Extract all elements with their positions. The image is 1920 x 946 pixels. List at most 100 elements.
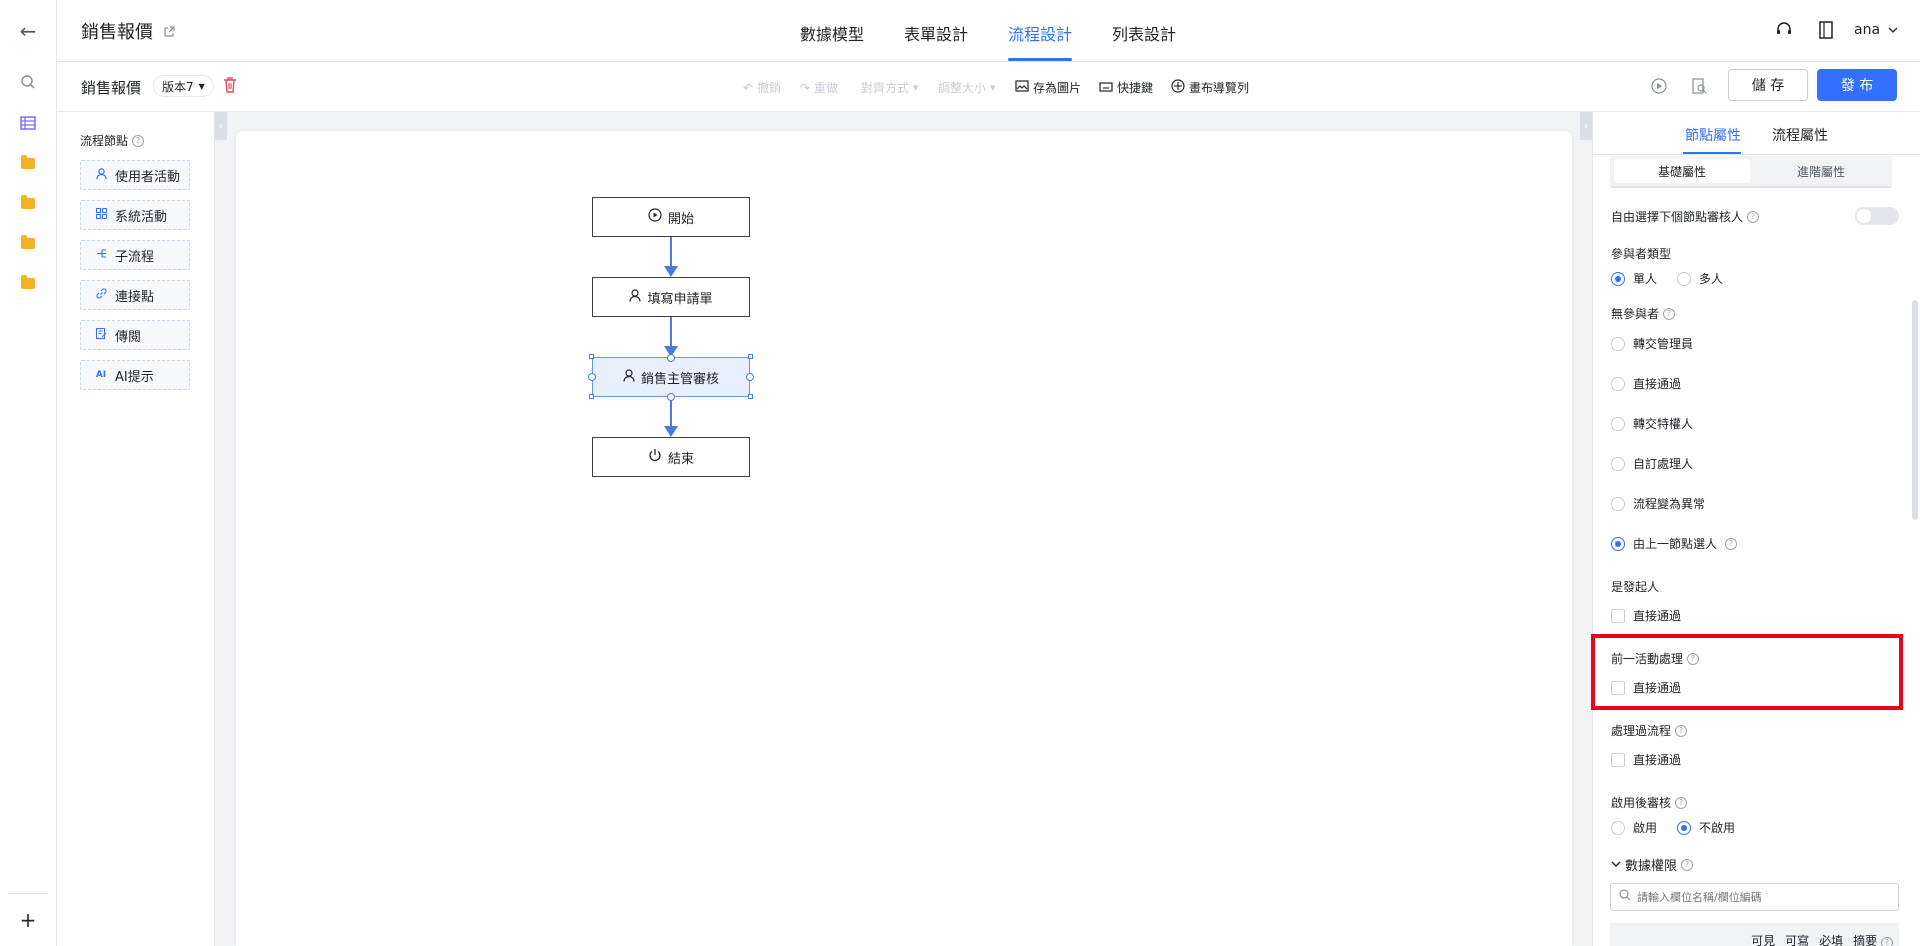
properties-scrollbar[interactable] [1912,300,1918,520]
no-participant-option-exception[interactable]: 流程變為異常 [1611,495,1705,512]
post-review-disable[interactable]: 不啟用 [1677,819,1735,836]
tab-data-model[interactable]: 數據模型 [800,21,864,45]
post-review-enable[interactable]: 啟用 [1611,819,1657,836]
run-icon[interactable] [1651,78,1667,98]
node-item-user-activity[interactable]: 使用者活動 [80,160,190,190]
field-search-input[interactable] [1637,890,1877,904]
play-icon [648,208,662,226]
document-icon[interactable] [1818,21,1834,43]
flow-node-fill-form[interactable]: 填寫申請單 [592,277,750,317]
tab-node-properties[interactable]: 節點屬性 [1685,125,1741,145]
processed-flow-checkbox[interactable]: 直接通過 [1611,751,1681,768]
add-icon[interactable]: + [14,906,42,934]
arrow-down-icon [664,266,678,277]
flow-node-manager-review[interactable]: 銷售主管審核 [592,357,750,397]
folder-icon[interactable] [21,195,35,209]
subtab-advanced[interactable]: 進階屬性 [1754,159,1888,183]
no-participant-option-custom[interactable]: 自訂處理人 [1611,455,1693,472]
column-required[interactable]: 必填 [1819,932,1843,946]
node-item-ai-prompt[interactable]: AI AI提示 [80,360,190,390]
external-link-icon[interactable] [163,26,175,42]
help-icon[interactable]: ? [1675,796,1688,809]
flow-connector [670,401,672,427]
node-item-subflow[interactable]: 子流程 [80,240,190,270]
save-button[interactable]: 儲 存 [1728,69,1808,101]
search-icon[interactable] [14,68,42,96]
help-icon[interactable]: ? [1675,724,1688,737]
delete-icon[interactable] [223,77,237,97]
preview-icon[interactable] [1691,78,1707,98]
subflow-icon [95,248,107,262]
tab-flow-properties[interactable]: 流程屬性 [1772,125,1828,145]
resize-handle[interactable] [748,394,753,399]
help-icon[interactable]: ? [132,134,145,147]
subtab-basic[interactable]: 基礎屬性 [1614,159,1750,183]
tab-form-design[interactable]: 表單設計 [904,21,968,45]
help-icon[interactable]: ? [1663,307,1676,320]
node-item-system-activity[interactable]: 系統活動 [80,200,190,230]
no-participant-option-pass[interactable]: 直接通過 [1611,375,1681,392]
flow-node-end[interactable]: 結束 [592,437,750,477]
folder-icon[interactable] [21,275,35,289]
data-permission-header[interactable]: 數據權限 ? [1611,855,1694,874]
checkbox-label: 直接通過 [1633,609,1682,623]
column-summary-label[interactable]: 摘要 [1853,934,1877,946]
flow-name: 銷售報價 [81,79,142,97]
resize-button[interactable]: 調整大小 ▼ [938,79,995,96]
version-select[interactable]: 版本7 ▼ [153,75,214,97]
resize-handle[interactable] [589,354,594,359]
search-icon [1619,889,1631,905]
participant-type-multi[interactable]: 多人 [1677,270,1723,287]
column-writable[interactable]: 可寫 [1785,932,1809,946]
field-search-box[interactable] [1610,883,1899,911]
node-item-circulate[interactable]: 傳閱 [80,320,190,350]
help-icon[interactable]: ? [1747,210,1760,223]
undo-icon: ↶ [743,80,754,95]
collapse-left-icon[interactable]: ‹ [215,112,227,140]
connection-handle[interactable] [667,354,675,362]
is-initiator-checkbox[interactable]: 直接通過 [1611,607,1681,624]
canvas-nav-button[interactable]: 畫布導覽列 [1171,79,1249,96]
flow-connector [670,317,672,347]
save-image-label: 存為圖片 [1033,81,1082,95]
rail-divider [8,893,48,894]
flow-node-start[interactable]: 開始 [592,197,750,237]
node-item-connector[interactable]: 連接點 [80,280,190,310]
collapse-right-icon[interactable]: › [1580,112,1592,140]
is-initiator-label: 是發起人 [1611,580,1660,594]
column-visible[interactable]: 可見 [1751,932,1775,946]
no-participant-option-privileged[interactable]: 轉交特權人 [1611,415,1693,432]
participant-type-single[interactable]: 單人 [1611,270,1657,287]
connection-handle[interactable] [667,393,675,401]
undo-button[interactable]: ↶ 撤銷 [743,79,781,96]
tab-list-design[interactable]: 列表設計 [1112,21,1176,45]
resize-handle[interactable] [589,394,594,399]
tab-divider [1593,154,1920,155]
connection-handle[interactable] [588,373,596,381]
no-participant-option-previous[interactable]: 由上一節點選人 ? [1611,535,1738,552]
table-icon[interactable] [14,109,42,137]
user-icon [629,288,642,306]
back-arrow-icon[interactable]: ← [14,17,42,45]
radio-label: 單人 [1633,272,1658,286]
help-icon[interactable]: ? [1881,937,1893,946]
resize-handle[interactable] [748,354,753,359]
connection-handle[interactable] [746,373,754,381]
user-menu[interactable]: ana [1854,22,1898,38]
no-participant-label: 無參與者 ? [1611,305,1676,322]
support-icon[interactable] [1775,21,1793,43]
free-select-toggle[interactable] [1855,207,1899,225]
align-button[interactable]: 對齊方式 ▼ [861,79,918,96]
shortcuts-button[interactable]: 快捷鍵 [1099,79,1153,96]
tab-flow-design[interactable]: 流程設計 [1008,21,1072,45]
help-icon[interactable]: ? [1725,537,1738,550]
publish-button[interactable]: 發 布 [1817,69,1897,101]
save-image-button[interactable]: 存為圖片 [1015,79,1081,96]
redo-button[interactable]: ↷ 重做 [800,79,838,96]
folder-icon[interactable] [21,235,35,249]
flow-canvas[interactable] [236,131,1572,946]
folder-icon[interactable] [21,155,35,169]
no-participant-option-admin[interactable]: 轉交管理員 [1611,335,1693,352]
redo-label: 重做 [814,81,839,95]
help-icon[interactable]: ? [1681,858,1694,871]
